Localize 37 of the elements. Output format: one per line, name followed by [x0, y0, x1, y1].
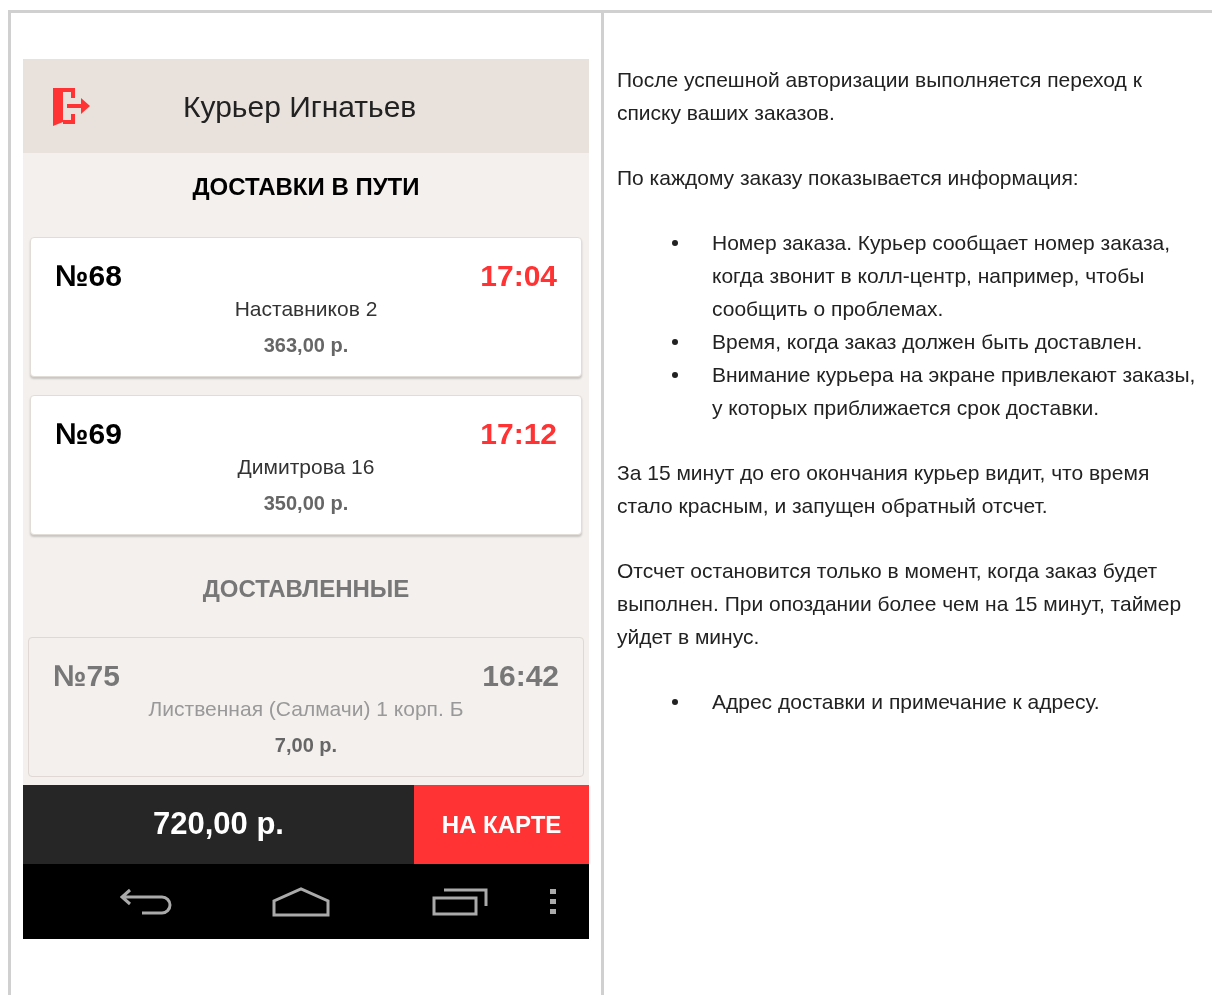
order-time: 16:42	[482, 658, 559, 694]
home-icon[interactable]	[272, 886, 330, 917]
map-button[interactable]: НА КАРТЕ	[414, 785, 589, 864]
order-address: Наставников 2	[234, 296, 378, 322]
back-icon[interactable]	[120, 886, 174, 917]
more-options-icon[interactable]	[550, 888, 556, 915]
bullet-icon	[672, 699, 678, 705]
order-time: 17:12	[480, 416, 557, 452]
order-number: №69	[55, 416, 122, 452]
courier-name: Курьер Игнатьев	[183, 88, 417, 125]
order-card[interactable]: №68 17:04 Наставников 2 363,00 р.	[30, 237, 582, 377]
list-item-text: Внимание курьера на экране привлекают заказы, у которых приближается срок доставки.	[712, 362, 1197, 421]
order-address: Димитрова 16	[237, 454, 375, 480]
order-time: 17:04	[480, 258, 557, 294]
bullet-icon	[672, 339, 678, 345]
list-item-text: Адрес доставки и примечание к адресу.	[712, 689, 1100, 715]
list-item-text: Номер заказа. Курьер сообщает номер заказа, когда звонит в колл-центр, например, чтобы сообщить о проблемах.	[712, 230, 1172, 322]
description-paragraph: После успешной авторизации выполняется переход к списку ваших заказов.	[617, 67, 1143, 126]
order-number: №75	[53, 658, 120, 694]
order-card[interactable]: №69 17:12 Димитрова 16 350,00 р.	[30, 395, 582, 535]
total-amount: 720,00 р.	[153, 805, 284, 844]
exit-door-icon[interactable]	[51, 86, 91, 126]
recent-apps-icon[interactable]	[432, 887, 488, 916]
bullet-icon	[672, 240, 678, 246]
section-heading: ДОСТАВКИ В ПУТИ	[192, 173, 420, 201]
order-price: 350,00 р.	[263, 491, 349, 516]
list-item-text: Время, когда заказ должен быть доставлен.	[712, 329, 1143, 355]
order-number: №68	[55, 258, 122, 294]
description-paragraph: По каждому заказу показывается информация:	[617, 165, 1080, 191]
section-heading: ДОСТАВЛЕННЫЕ	[202, 575, 410, 603]
description-paragraph: За 15 минут до его окончания курьер видит, что время стало красным, и запущен обратный отсчет.	[617, 460, 1151, 519]
description-paragraph: Отсчет остановится только в момент, когда заказ будет выполнен. При опоздании более чем на 15 минут, таймер уйдет в минус.	[617, 558, 1183, 650]
order-price: 363,00 р.	[263, 333, 349, 358]
bullet-icon	[672, 372, 678, 378]
order-price: 7,00 р.	[274, 733, 338, 758]
order-address: Лиственная (Салмачи) 1 корп. Б	[148, 696, 464, 722]
order-card[interactable]: №75 16:42 Лиственная (Салмачи) 1 корп. Б 7,00 р.	[28, 637, 584, 777]
